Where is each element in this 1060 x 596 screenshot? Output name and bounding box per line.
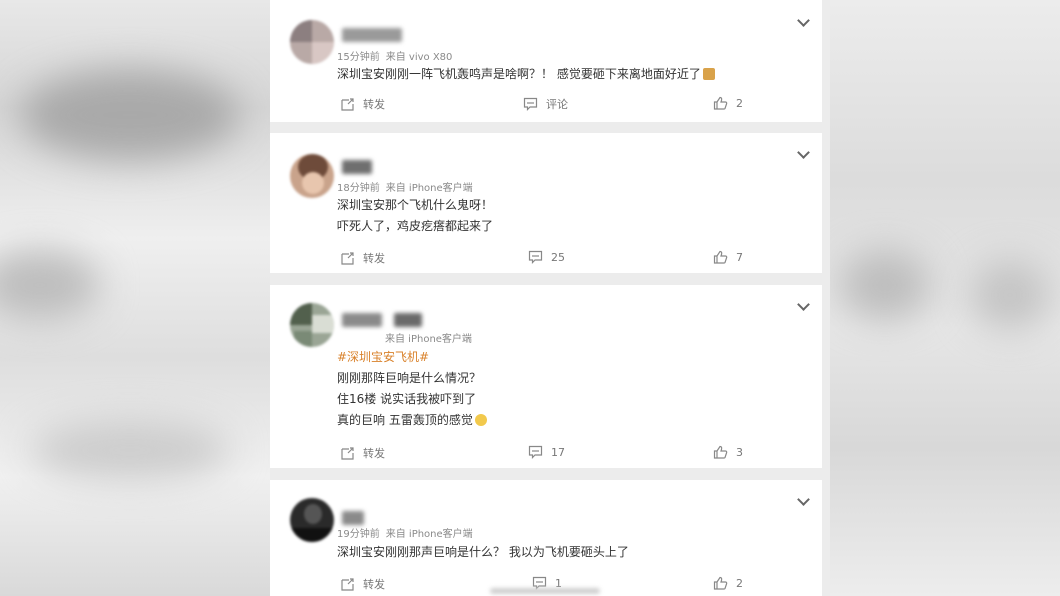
crying-emoji-icon bbox=[474, 414, 487, 426]
thumbs-up-icon bbox=[713, 96, 728, 110]
repost-label: 转发 bbox=[363, 447, 385, 460]
comment-button[interactable]: 评论 bbox=[523, 96, 568, 112]
thumbs-up-icon bbox=[713, 445, 728, 459]
repost-button[interactable]: 转发 bbox=[340, 96, 385, 112]
comment-count: 17 bbox=[551, 445, 565, 459]
like-count: 2 bbox=[736, 96, 743, 110]
comment-source: 来自 iPhone客户端 bbox=[385, 334, 472, 345]
blur-shape bbox=[30, 420, 230, 480]
blur-shape bbox=[0, 250, 100, 320]
comment-time: 15分钟前 bbox=[337, 52, 380, 63]
thumbs-up-icon bbox=[713, 576, 728, 590]
comment-meta: 19分钟前 来自 iPhone客户端 bbox=[337, 525, 473, 540]
comment-source: 来自 vivo X80 bbox=[385, 52, 453, 63]
avatar[interactable] bbox=[290, 498, 334, 542]
comment-card: 18分钟前 来自 iPhone客户端 深圳宝安那个飞机什么鬼呀！ 吓死人了，鸡皮疙… bbox=[270, 133, 822, 273]
comment-time: 19分钟前 bbox=[337, 529, 380, 540]
repost-label: 转发 bbox=[363, 578, 385, 591]
avatar[interactable] bbox=[290, 303, 334, 347]
chevron-down-icon[interactable] bbox=[797, 14, 810, 27]
like-count: 2 bbox=[736, 576, 743, 590]
left-blurred-backdrop bbox=[0, 0, 270, 596]
comment-source: 来自 iPhone客户端 bbox=[385, 183, 473, 194]
comment-line: 刚刚那阵巨响是什么情况？ bbox=[337, 371, 482, 385]
avatar[interactable] bbox=[290, 20, 334, 64]
repost-button[interactable]: 转发 bbox=[340, 445, 385, 461]
blur-shape bbox=[970, 260, 1050, 330]
repost-icon bbox=[341, 578, 354, 591]
right-blurred-backdrop bbox=[830, 0, 1060, 596]
repost-icon bbox=[341, 98, 354, 111]
comment-icon bbox=[523, 97, 538, 111]
blur-shape bbox=[20, 70, 240, 160]
comment-icon bbox=[528, 250, 543, 264]
comment-line: 深圳宝安那个飞机什么鬼呀！ bbox=[337, 198, 494, 212]
like-count: 7 bbox=[736, 250, 743, 264]
username-blurred[interactable] bbox=[342, 160, 372, 174]
comment-button[interactable]: 17 bbox=[528, 445, 565, 459]
chevron-down-icon[interactable] bbox=[797, 493, 810, 506]
comment-feed: 15分钟前 来自 vivo X80 深圳宝安刚刚一阵飞机轰鸣声是啥啊？！ 感觉要砸… bbox=[270, 0, 830, 596]
username-blurred[interactable] bbox=[342, 511, 364, 525]
comment-line: 深圳宝安刚刚一阵飞机轰鸣声是啥啊？！ 感觉要砸下来离地面好近了 bbox=[337, 67, 701, 81]
chevron-down-icon[interactable] bbox=[797, 146, 810, 159]
comment-text: 真的巨响 五雷轰顶的感觉 bbox=[337, 411, 487, 428]
like-button[interactable]: 2 bbox=[713, 576, 743, 590]
blur-shape bbox=[840, 250, 930, 320]
comment-button[interactable]: 25 bbox=[528, 250, 565, 264]
comment-line: 深圳宝安刚刚那声巨响是什么？ 我以为飞机要砸头上了 bbox=[337, 545, 629, 559]
thumbs-up-icon bbox=[713, 250, 728, 264]
comment-line: 真的巨响 五雷轰顶的感觉 bbox=[337, 413, 473, 427]
watermark-blurred bbox=[490, 588, 600, 594]
comment-label: 评论 bbox=[546, 98, 568, 111]
username-blurred[interactable] bbox=[342, 313, 382, 327]
comment-card: 19分钟前 来自 iPhone客户端 深圳宝安刚刚那声巨响是什么？ 我以为飞机要砸… bbox=[270, 480, 822, 596]
like-button[interactable]: 2 bbox=[713, 96, 743, 110]
comment-meta: 来自 iPhone客户端 bbox=[385, 330, 472, 345]
comment-line: 吓死人了，鸡皮疙瘩都起来了 bbox=[337, 219, 494, 233]
like-button[interactable]: 7 bbox=[713, 250, 743, 264]
like-button[interactable]: 3 bbox=[713, 445, 743, 459]
pray-emoji-icon bbox=[702, 68, 715, 80]
repost-icon bbox=[341, 252, 354, 265]
repost-label: 转发 bbox=[363, 98, 385, 111]
comment-count: 25 bbox=[551, 250, 565, 264]
repost-label: 转发 bbox=[363, 252, 385, 265]
avatar[interactable] bbox=[290, 154, 334, 198]
username-blurred bbox=[394, 313, 422, 327]
repost-icon bbox=[341, 447, 354, 460]
repost-button[interactable]: 转发 bbox=[340, 250, 385, 266]
username-blurred[interactable] bbox=[342, 28, 402, 42]
hashtag-link[interactable]: #深圳宝安飞机# bbox=[337, 348, 429, 365]
comment-text: 深圳宝安刚刚一阵飞机轰鸣声是啥啊？！ 感觉要砸下来离地面好近了 bbox=[337, 65, 715, 82]
comment-card: 15分钟前 来自 vivo X80 深圳宝安刚刚一阵飞机轰鸣声是啥啊？！ 感觉要砸… bbox=[270, 0, 822, 122]
comment-line: 住16楼 说实话我被吓到了 bbox=[337, 392, 477, 406]
chevron-down-icon[interactable] bbox=[797, 298, 810, 311]
comment-icon bbox=[528, 445, 543, 459]
like-count: 3 bbox=[736, 445, 743, 459]
comment-meta: 18分钟前 来自 iPhone客户端 bbox=[337, 179, 473, 194]
repost-button[interactable]: 转发 bbox=[340, 576, 385, 592]
comment-time: 18分钟前 bbox=[337, 183, 380, 194]
comment-source: 来自 iPhone客户端 bbox=[385, 529, 473, 540]
comment-meta: 15分钟前 来自 vivo X80 bbox=[337, 48, 452, 63]
comment-card: 来自 iPhone客户端 #深圳宝安飞机# 刚刚那阵巨响是什么情况？ 住16楼 … bbox=[270, 285, 822, 468]
